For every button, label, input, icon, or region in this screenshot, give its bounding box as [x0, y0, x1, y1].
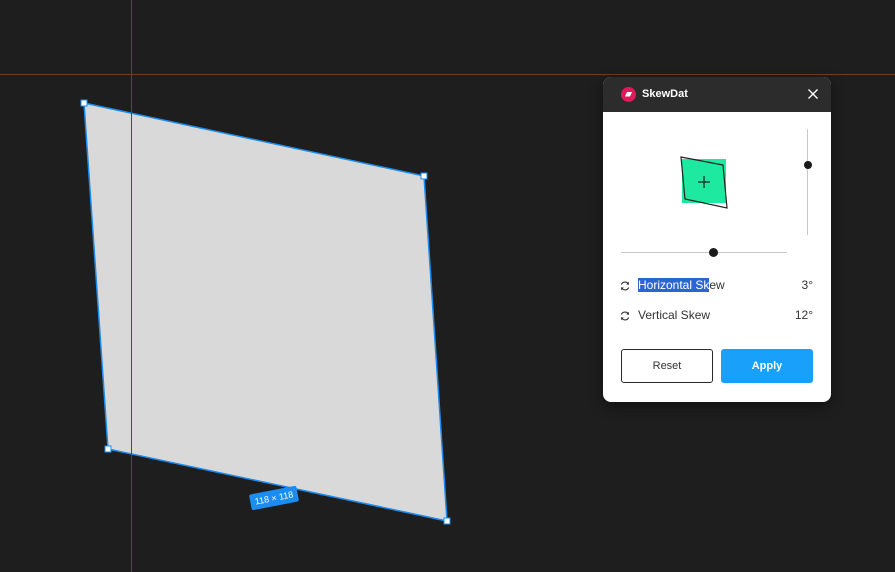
panel-header: SkewDat [603, 77, 831, 112]
rotate-icon[interactable] [619, 279, 631, 291]
vertical-skew-value[interactable]: 12° [795, 307, 813, 323]
horizontal-skew-label-selected: Horizontal Sk [638, 278, 710, 292]
horizontal-skew-slider-track[interactable] [621, 252, 787, 253]
horizontal-skew-value[interactable]: 3° [802, 277, 813, 293]
skewed-rectangle[interactable] [83, 102, 448, 522]
vertical-skew-slider-thumb[interactable] [804, 161, 812, 169]
resize-handle-bottom-right[interactable] [443, 517, 451, 525]
reset-button[interactable]: Reset [621, 349, 713, 383]
resize-handle-bottom-left[interactable] [104, 445, 112, 453]
horizontal-skew-row: Horizontal Skew 3° [603, 274, 831, 296]
horizontal-skew-slider-thumb[interactable] [709, 248, 718, 257]
plugin-title: SkewDat [642, 88, 688, 100]
close-icon[interactable] [805, 86, 821, 102]
ruler-guide-horizontal[interactable] [0, 74, 895, 75]
resize-handle-top-right[interactable] [420, 172, 428, 180]
apply-button[interactable]: Apply [721, 349, 813, 383]
vertical-skew-row: Vertical Skew 12° [603, 304, 831, 326]
ruler-guide-vertical[interactable] [131, 0, 132, 572]
vertical-skew-slider-track[interactable] [807, 129, 808, 235]
vertical-skew-label[interactable]: Vertical Skew [638, 307, 710, 323]
skewdat-plugin-panel: SkewDat Horizontal Skew 3° Vertical Skew… [603, 77, 831, 402]
skewdat-logo-icon [621, 87, 636, 102]
horizontal-skew-label-rest: ew [709, 278, 725, 292]
resize-handle-top-left[interactable] [80, 99, 88, 107]
horizontal-skew-label[interactable]: Horizontal Skew [638, 277, 725, 293]
rotate-icon[interactable] [619, 309, 631, 321]
